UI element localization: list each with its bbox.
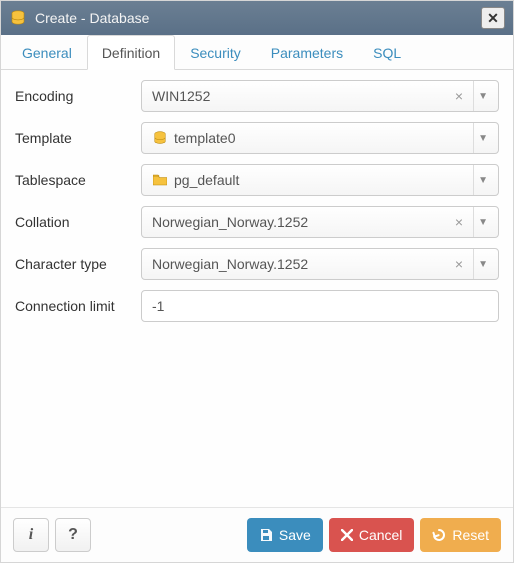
encoding-clear-icon[interactable]: × — [451, 89, 467, 103]
tab-sql[interactable]: SQL — [358, 35, 416, 70]
dialog-footer: i ? Save Cancel Reset — [1, 507, 513, 562]
chevron-down-icon: ▼ — [473, 81, 492, 111]
collation-select[interactable]: Norwegian_Norway.1252 × ▼ — [141, 206, 499, 238]
label-encoding: Encoding — [15, 88, 141, 104]
folder-icon — [152, 172, 168, 188]
character-type-select[interactable]: Norwegian_Norway.1252 × ▼ — [141, 248, 499, 280]
create-database-dialog: Create - Database ✕ General Definition S… — [0, 0, 514, 563]
tab-security[interactable]: Security — [175, 35, 256, 70]
reset-icon — [432, 528, 446, 542]
save-label: Save — [279, 527, 311, 543]
tablespace-select[interactable]: pg_default ▼ — [141, 164, 499, 196]
character-type-clear-icon[interactable]: × — [451, 257, 467, 271]
save-button[interactable]: Save — [247, 518, 323, 552]
encoding-select[interactable]: WIN1252 × ▼ — [141, 80, 499, 112]
template-select[interactable]: template0 ▼ — [141, 122, 499, 154]
database-icon — [9, 9, 27, 27]
tablespace-value: pg_default — [174, 172, 467, 188]
cancel-label: Cancel — [359, 527, 403, 543]
chevron-down-icon: ▼ — [473, 207, 492, 237]
row-template: Template template0 ▼ — [15, 122, 499, 154]
label-tablespace: Tablespace — [15, 172, 141, 188]
save-icon — [259, 528, 273, 542]
character-type-value: Norwegian_Norway.1252 — [152, 256, 445, 272]
help-button[interactable]: ? — [55, 518, 91, 552]
reset-button[interactable]: Reset — [420, 518, 501, 552]
row-character-type: Character type Norwegian_Norway.1252 × ▼ — [15, 248, 499, 280]
info-icon: i — [29, 526, 33, 544]
footer-left: i ? — [13, 518, 91, 552]
label-character-type: Character type — [15, 256, 141, 272]
row-encoding: Encoding WIN1252 × ▼ — [15, 80, 499, 112]
template-value: template0 — [174, 130, 467, 146]
titlebar: Create - Database ✕ — [1, 1, 513, 35]
label-collation: Collation — [15, 214, 141, 230]
close-icon: ✕ — [487, 10, 499, 27]
tab-definition[interactable]: Definition — [87, 35, 175, 70]
cancel-button[interactable]: Cancel — [329, 518, 415, 552]
dialog-title: Create - Database — [35, 10, 473, 26]
info-button[interactable]: i — [13, 518, 49, 552]
cancel-icon — [341, 529, 353, 541]
collation-value: Norwegian_Norway.1252 — [152, 214, 445, 230]
close-button[interactable]: ✕ — [481, 7, 505, 29]
collation-clear-icon[interactable]: × — [451, 215, 467, 229]
reset-label: Reset — [452, 527, 489, 543]
tab-parameters[interactable]: Parameters — [256, 35, 358, 70]
help-icon: ? — [68, 526, 78, 544]
connection-limit-input[interactable] — [141, 290, 499, 322]
row-collation: Collation Norwegian_Norway.1252 × ▼ — [15, 206, 499, 238]
form-body: Encoding WIN1252 × ▼ Template — [1, 70, 513, 507]
chevron-down-icon: ▼ — [473, 165, 492, 195]
tabs: General Definition Security Parameters S… — [1, 35, 513, 70]
label-template: Template — [15, 130, 141, 146]
chevron-down-icon: ▼ — [473, 249, 492, 279]
row-tablespace: Tablespace pg_default ▼ — [15, 164, 499, 196]
chevron-down-icon: ▼ — [473, 123, 492, 153]
encoding-value: WIN1252 — [152, 88, 445, 104]
tab-general[interactable]: General — [7, 35, 87, 70]
row-connection-limit: Connection limit — [15, 290, 499, 322]
database-icon — [152, 130, 168, 146]
label-connection-limit: Connection limit — [15, 298, 141, 314]
